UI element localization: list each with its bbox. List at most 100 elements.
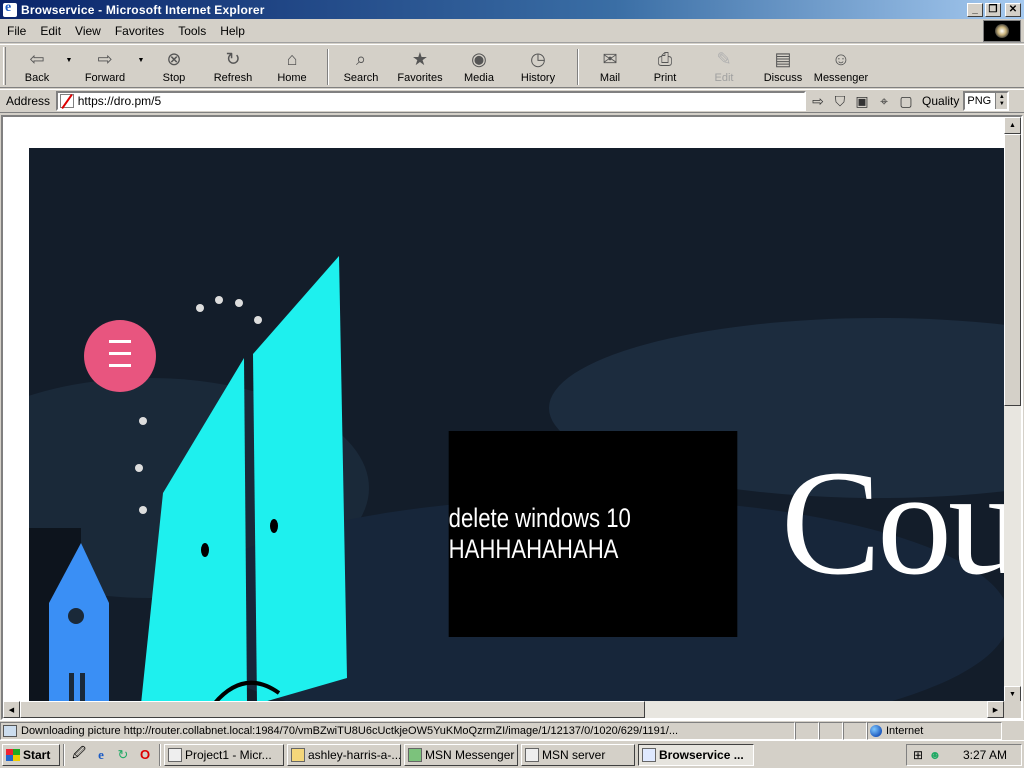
back-label: Back (24, 72, 50, 84)
headline-text: Countd (781, 440, 1007, 606)
windows-flag-icon (6, 748, 20, 761)
stop-label: Stop (162, 72, 186, 84)
vertical-scrollbar[interactable]: ▲ ▼ (1004, 117, 1021, 703)
status-bar: Downloading picture http://router.collab… (0, 720, 1024, 740)
menu-view[interactable]: View (68, 24, 108, 38)
restore-button[interactable]: ❐ (985, 2, 1001, 17)
home-button[interactable]: ⌂ Home (263, 45, 321, 87)
print-button[interactable]: ⎙ Print (635, 45, 695, 87)
go-arrow-icon[interactable]: ⇨ (808, 91, 828, 111)
refresh-icon: ↻ (225, 48, 241, 69)
printer-icon: ⎙ (657, 48, 673, 69)
favorites-label: Favorites (397, 72, 443, 84)
ie-page-icon (642, 747, 656, 762)
ie-logo-icon (3, 0, 17, 17)
task-label: Browservice ... (659, 747, 744, 762)
stop-icon: ⊗ (166, 48, 182, 69)
address-field[interactable] (56, 91, 807, 111)
task-browservice[interactable]: Browservice ... (638, 743, 754, 766)
clock[interactable]: 3:27 AM (963, 748, 1007, 762)
taskbar: Start 🖉 e ↻ O Project1 - Micr... ashley-… (0, 740, 1024, 768)
edit-icon: ✎ (716, 48, 732, 69)
discuss-button[interactable]: ▤ Discuss (753, 45, 813, 87)
search-button[interactable]: ⌕ Search (335, 45, 387, 87)
window-title: Browservice - Microsoft Internet Explore… (21, 2, 265, 17)
binoculars-icon[interactable]: ⌖ (874, 91, 894, 111)
broken-page-icon (60, 94, 74, 108)
status-text-cell: Downloading picture http://router.collab… (0, 721, 795, 740)
refresh-button[interactable]: ↻ Refresh (203, 45, 263, 87)
clipboard-icon[interactable]: ▢ (896, 91, 916, 111)
taskbar-separator (63, 743, 65, 766)
close-button[interactable]: ✕ (1005, 2, 1021, 17)
outlook-express-icon[interactable]: ↻ (114, 746, 132, 764)
title-bar[interactable]: Browservice - Microsoft Internet Explore… (0, 0, 1024, 19)
address-input[interactable] (77, 94, 805, 108)
minimize-button[interactable]: _ (967, 2, 983, 17)
toolbar-separator (327, 49, 329, 85)
scroll-right-icon[interactable]: ▶ (987, 701, 1004, 718)
opera-icon[interactable]: O (136, 746, 154, 764)
page-content[interactable]: Countd delete windows 10 HAHHAHAHAHA ▲ ▼… (1, 115, 1023, 720)
task-msn-server[interactable]: MSN server (521, 743, 635, 766)
menu-file[interactable]: File (0, 24, 33, 38)
discuss-label: Discuss (763, 72, 803, 84)
mail-label: Mail (599, 72, 621, 84)
show-desktop-icon[interactable]: 🖉 (70, 745, 88, 764)
edit-button[interactable]: ✎ Edit (695, 45, 753, 87)
media-button[interactable]: ◉ Media (453, 45, 505, 87)
status-cell (795, 721, 819, 740)
print-label: Print (653, 72, 677, 84)
quality-value: PNG (967, 95, 992, 107)
horizontal-scrollbar[interactable]: ◀ ▶ (3, 701, 1004, 718)
menu-edit[interactable]: Edit (33, 24, 68, 38)
zone-text: Internet (886, 724, 924, 737)
history-button[interactable]: ◷ History (505, 45, 571, 87)
horizontal-scroll-thumb[interactable] (20, 701, 645, 718)
quality-spinner-icon[interactable]: ▲ ▼ (995, 93, 1008, 109)
forward-arrow-icon: ⇨ (97, 48, 113, 69)
bookmark-icon[interactable]: ⛉ (830, 91, 850, 111)
windows-throbber-icon (983, 20, 1021, 42)
window-icon (525, 747, 539, 762)
start-button[interactable]: Start (2, 743, 60, 766)
menu-favorites[interactable]: Favorites (108, 24, 171, 38)
overlay-message-box: delete windows 10 HAHHAHAHAHA (448, 431, 738, 637)
messenger-button[interactable]: ☺ Messenger (813, 45, 869, 87)
folder-icon (291, 747, 305, 762)
favorites-button[interactable]: ★ Favorites (387, 45, 453, 87)
mail-button[interactable]: ✉ Mail (585, 45, 635, 87)
vertical-scroll-thumb[interactable] (1004, 134, 1021, 406)
msn-messenger-icon (408, 747, 422, 762)
task-msn-messenger[interactable]: MSN Messenger (404, 743, 518, 766)
back-dropdown-icon[interactable]: ▼ (65, 39, 73, 81)
back-arrow-icon: ⇦ (29, 48, 45, 69)
stop-button[interactable]: ⊗ Stop (145, 45, 203, 87)
messenger-label: Messenger (813, 72, 869, 84)
menu-tools[interactable]: Tools (171, 24, 213, 38)
toolbar-grip[interactable] (3, 47, 6, 85)
task-ashley-harris[interactable]: ashley-harris-a-... (287, 743, 401, 766)
task-project1[interactable]: Project1 - Micr... (164, 743, 284, 766)
search-icon: ⌕ (355, 48, 367, 69)
internet-explorer-icon[interactable]: e (92, 746, 110, 764)
forward-button[interactable]: ⇨ Forward (73, 45, 137, 87)
messenger-tray-icon[interactable]: ☻ (928, 748, 942, 762)
taskbar-separator (159, 743, 161, 766)
scroll-left-icon[interactable]: ◀ (3, 701, 20, 718)
refresh-label: Refresh (213, 72, 253, 84)
messenger-icon: ☺ (831, 48, 851, 69)
media-label: Media (464, 72, 494, 84)
forward-dropdown-icon[interactable]: ▼ (137, 39, 145, 81)
address-label: Address (6, 94, 51, 108)
scroll-up-icon[interactable]: ▲ (1004, 117, 1021, 134)
find-icon[interactable]: ▣ (852, 91, 872, 111)
quality-select[interactable]: PNG ▲ ▼ (963, 91, 1010, 111)
quality-label: Quality (922, 94, 960, 108)
browser-window: Browservice - Microsoft Internet Explore… (0, 0, 1024, 740)
back-button[interactable]: ⇦ Back (9, 45, 65, 87)
menu-help[interactable]: Help (213, 24, 252, 38)
internet-globe-icon (870, 724, 882, 737)
network-icon[interactable]: ⊞ (911, 748, 925, 762)
forward-label: Forward (84, 72, 126, 84)
